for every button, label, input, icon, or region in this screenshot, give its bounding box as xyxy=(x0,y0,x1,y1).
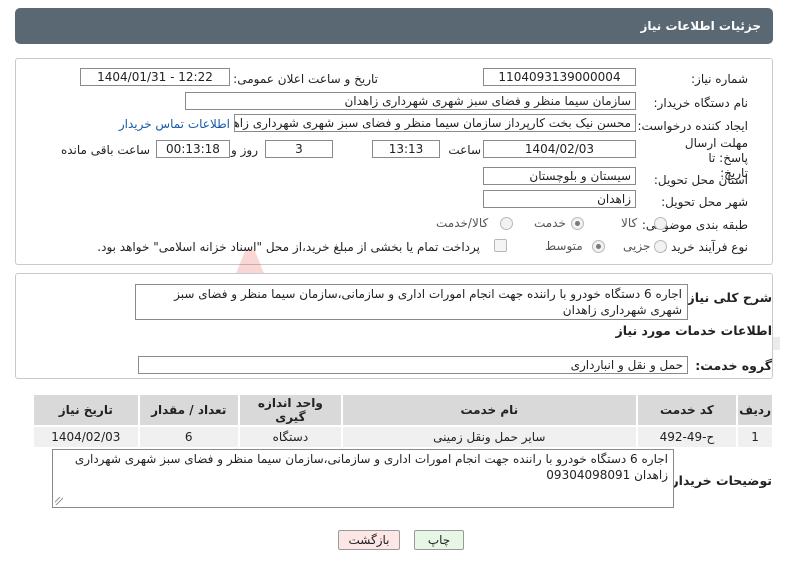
deadline-time-label: ساعت xyxy=(448,143,481,157)
cell-code: ح-49-492 xyxy=(635,425,739,449)
cell-row: 1 xyxy=(736,425,774,449)
resize-grip-icon[interactable] xyxy=(55,497,63,505)
days-field[interactable]: 3 xyxy=(265,140,333,158)
table-header-row: ردیف کد خدمت نام خدمت واحد اندازه گیری ت… xyxy=(32,393,774,427)
col-date-header: تاریخ نیاز xyxy=(32,393,140,427)
back-button[interactable]: بازگشت xyxy=(338,530,400,550)
treasury-checkbox[interactable] xyxy=(494,239,507,252)
city-label: شهر محل تحویل: xyxy=(661,195,748,209)
buyer-notes-label: توضیحات خریدار: xyxy=(666,473,772,488)
buyer-contact-link[interactable]: اطلاعات تماس خریدار xyxy=(119,117,230,131)
days-label: روز و xyxy=(231,143,258,157)
col-code-header: کد خدمت xyxy=(635,393,739,427)
cell-date: 1404/02/03 xyxy=(32,425,140,449)
page-header: جزئیات اطلاعات نیاز xyxy=(15,8,773,44)
cell-name: سایر حمل ونقل زمینی xyxy=(340,425,638,449)
print-button[interactable]: چاپ xyxy=(414,530,464,550)
city-field[interactable]: زاهدان xyxy=(483,190,636,208)
process-minor-radio[interactable] xyxy=(654,240,667,253)
announce-date-label: تاریخ و ساعت اعلان عمومی: xyxy=(233,72,378,86)
services-table: ردیف کد خدمت نام خدمت واحد اندازه گیری ت… xyxy=(32,393,774,449)
need-number-label: شماره نیاز: xyxy=(691,72,748,86)
col-qty-header: تعداد / مقدار xyxy=(137,393,240,427)
col-row-header: ردیف xyxy=(736,393,774,427)
process-medium-label: متوسط xyxy=(545,239,583,253)
need-number-field[interactable]: 1104093139000004 xyxy=(483,68,636,86)
buyer-notes-text[interactable]: اجاره 6 دستگاه خودرو با راننده جهت انجام… xyxy=(52,449,674,508)
col-name-header: نام خدمت xyxy=(340,393,638,427)
category-goods-radio[interactable] xyxy=(654,217,667,230)
process-medium-radio[interactable] xyxy=(592,240,605,253)
need-info-panel xyxy=(15,58,773,265)
cell-qty: 6 xyxy=(137,425,240,449)
col-unit-header: واحد اندازه گیری xyxy=(237,393,343,427)
province-field[interactable]: سیستان و بلوچستان xyxy=(483,167,636,185)
announce-date-field[interactable]: 1404/01/31 - 12:22 xyxy=(80,68,230,86)
category-goods-service-label: کالا/خدمت xyxy=(436,216,489,230)
category-service-radio[interactable] xyxy=(571,217,584,230)
remaining-time-field[interactable]: 00:13:18 xyxy=(156,140,230,158)
services-section-title: اطلاعات خدمات مورد نیاز xyxy=(615,323,773,338)
payment-note: پرداخت تمام یا بخشی از مبلغ خرید،از محل … xyxy=(97,240,480,254)
page-title: جزئیات اطلاعات نیاز xyxy=(640,19,761,33)
remaining-time-label: ساعت باقی مانده xyxy=(60,143,150,157)
summary-label: شرح کلی نیاز: xyxy=(682,290,772,305)
buyer-org-field[interactable]: سازمان سیما منظر و فضای سبز شهری شهرداری… xyxy=(185,92,636,110)
creator-field[interactable]: محسن نیک بخت کارپرداز سازمان سیما منظر و… xyxy=(234,114,636,132)
deadline-time-field[interactable]: 13:13 xyxy=(372,140,440,158)
category-goods-label: کالا xyxy=(621,216,638,230)
category-service-label: خدمت xyxy=(534,216,566,230)
category-goods-service-radio[interactable] xyxy=(500,217,513,230)
process-minor-label: جزیی xyxy=(623,239,651,253)
process-label: نوع فرآیند خرید : xyxy=(663,240,748,254)
service-group-label: گروه خدمت: xyxy=(695,358,772,373)
summary-text[interactable]: اجاره 6 دستگاه خودرو با راننده جهت انجام… xyxy=(135,284,688,320)
table-row[interactable]: 1 ح-49-492 سایر حمل ونقل زمینی دستگاه 6 … xyxy=(32,425,774,449)
buyer-org-label: نام دستگاه خریدار: xyxy=(653,96,749,110)
buyer-notes-content: اجاره 6 دستگاه خودرو با راننده جهت انجام… xyxy=(74,452,668,482)
province-label: استان محل تحویل: xyxy=(653,173,748,187)
creator-label: ایجاد کننده درخواست: xyxy=(637,119,748,133)
cell-unit: دستگاه xyxy=(237,425,343,449)
deadline-date-field[interactable]: 1404/02/03 xyxy=(483,140,636,158)
service-group-field[interactable]: حمل و نقل و انبارداری xyxy=(138,356,688,374)
